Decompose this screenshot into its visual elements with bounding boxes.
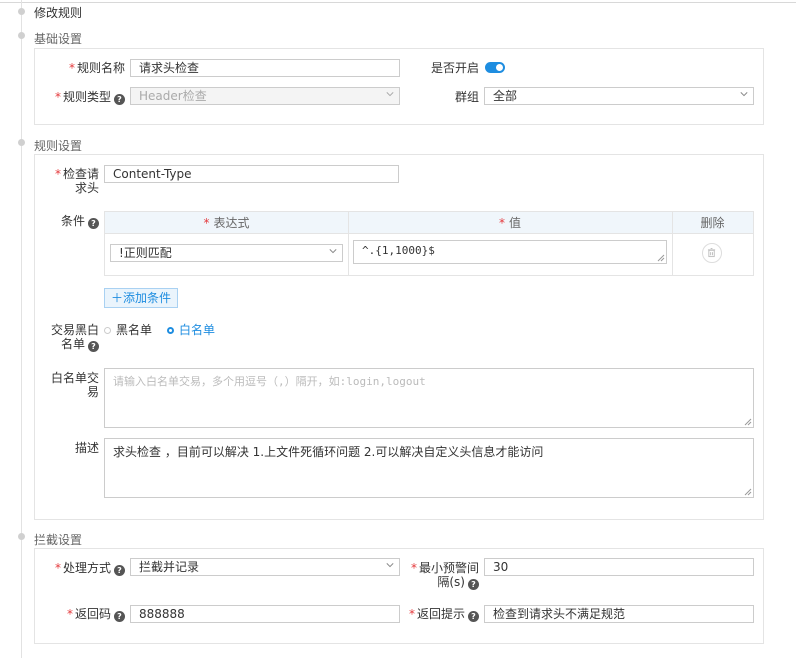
help-icon[interactable]: ? (88, 341, 99, 352)
chevron-down-icon (386, 563, 394, 568)
return-code-input[interactable]: 888888 (130, 605, 400, 623)
section-title-rule: 规则设置 (34, 139, 83, 153)
description-textarea[interactable]: 求头检查 ，目前可以解决 1.上文件死循环问题 2.可以解决自定义头信息才能访问 (104, 438, 754, 498)
plus-icon: ＋ (111, 291, 124, 305)
check-header-input[interactable]: Content-Type (104, 165, 399, 183)
return-code-label: * 返回码? (45, 607, 125, 622)
table-header: * 表达式 * 值 删除 (105, 212, 753, 234)
column-header-delete: 删除 (700, 216, 725, 230)
description-label: 描述 (74, 441, 99, 455)
help-icon[interactable]: ? (114, 611, 125, 622)
interval-input[interactable]: 30 (484, 558, 754, 576)
enabled-label: 是否开启 (430, 61, 479, 75)
radio-whitelist[interactable]: 白名单 (167, 323, 215, 337)
section-title-basic: 基础设置 (34, 32, 83, 46)
rule-name-label: * 规则名称 (68, 61, 125, 75)
return-tip-label: * 返回提示? (400, 607, 479, 622)
column-header-expression: * 表达式 (203, 216, 250, 230)
page-title: 修改规则 (34, 6, 83, 20)
column-header-value: * 值 (498, 216, 521, 230)
top-divider (0, 2, 796, 3)
section-title-intercept: 拦截设置 (34, 533, 83, 547)
delete-row-button[interactable] (702, 243, 722, 263)
enabled-toggle[interactable] (485, 62, 505, 73)
trash-icon (707, 248, 716, 258)
rule-type-select[interactable]: Header检查 (130, 87, 400, 105)
timeline-dot (18, 32, 25, 39)
chevron-down-icon (386, 92, 394, 97)
value-input[interactable]: ^.{1,1000}$ (353, 240, 667, 264)
add-condition-button[interactable]: ＋添加条件 (104, 288, 179, 308)
rule-type-label: * 规则类型? (45, 90, 125, 105)
basic-settings-panel: * 规则名称 请求头检查 是否开启 * 规则类型? Header检查 群组 全部 (34, 48, 764, 125)
help-icon[interactable]: ? (88, 218, 99, 229)
column-divider (672, 212, 673, 275)
radio-blacklist[interactable]: 黑名单 (104, 323, 152, 337)
condition-table: * 表达式 * 值 删除 !正则匹配 ^.{1,1000}$ (104, 211, 754, 276)
whitelist-textarea[interactable]: 请输入白名单交易，多个用逗号（,）隔开，如:login,logout (104, 368, 754, 428)
rule-settings-panel: * 检查请 求头 Content-Type 条件? * 表达式 * 值 删除 !正则匹配… (34, 154, 764, 520)
timeline-dot (18, 139, 25, 146)
timeline-dot (18, 533, 25, 540)
return-tip-input[interactable]: 检查到请求头不满足规范 (484, 605, 754, 623)
resize-handle-icon[interactable] (744, 488, 752, 496)
group-select[interactable]: 全部 (484, 87, 754, 105)
resize-handle-icon[interactable] (744, 418, 752, 426)
help-icon[interactable]: ? (114, 94, 125, 105)
chevron-down-icon (329, 249, 337, 254)
help-icon[interactable]: ? (468, 579, 479, 590)
help-icon[interactable]: ? (114, 565, 125, 576)
blacklist-label: 交易黑白 名单? (50, 323, 99, 352)
interval-label: * 最小预警间 隔(s)? (410, 561, 479, 590)
group-label: 群组 (454, 90, 479, 104)
method-select[interactable]: 拦截并记录 (130, 558, 400, 576)
check-header-label: * 检查请 求头 (54, 167, 99, 195)
rule-name-input[interactable]: 请求头检查 (130, 59, 400, 77)
help-icon[interactable]: ? (468, 611, 479, 622)
condition-label: 条件? (45, 214, 99, 229)
whitelist-label: 白名单交易 (50, 371, 99, 399)
method-label: * 处理方式? (45, 561, 125, 576)
intercept-settings-panel: * 处理方式? 拦截并记录 * 最小预警间 隔(s)? 30 * 返回码? 888888… (34, 548, 764, 644)
timeline-line (21, 0, 22, 658)
column-divider (348, 212, 349, 275)
chevron-down-icon (740, 92, 748, 97)
resize-handle-icon[interactable] (657, 254, 665, 262)
expression-select[interactable]: !正则匹配 (110, 244, 343, 262)
timeline-dot (18, 8, 25, 15)
